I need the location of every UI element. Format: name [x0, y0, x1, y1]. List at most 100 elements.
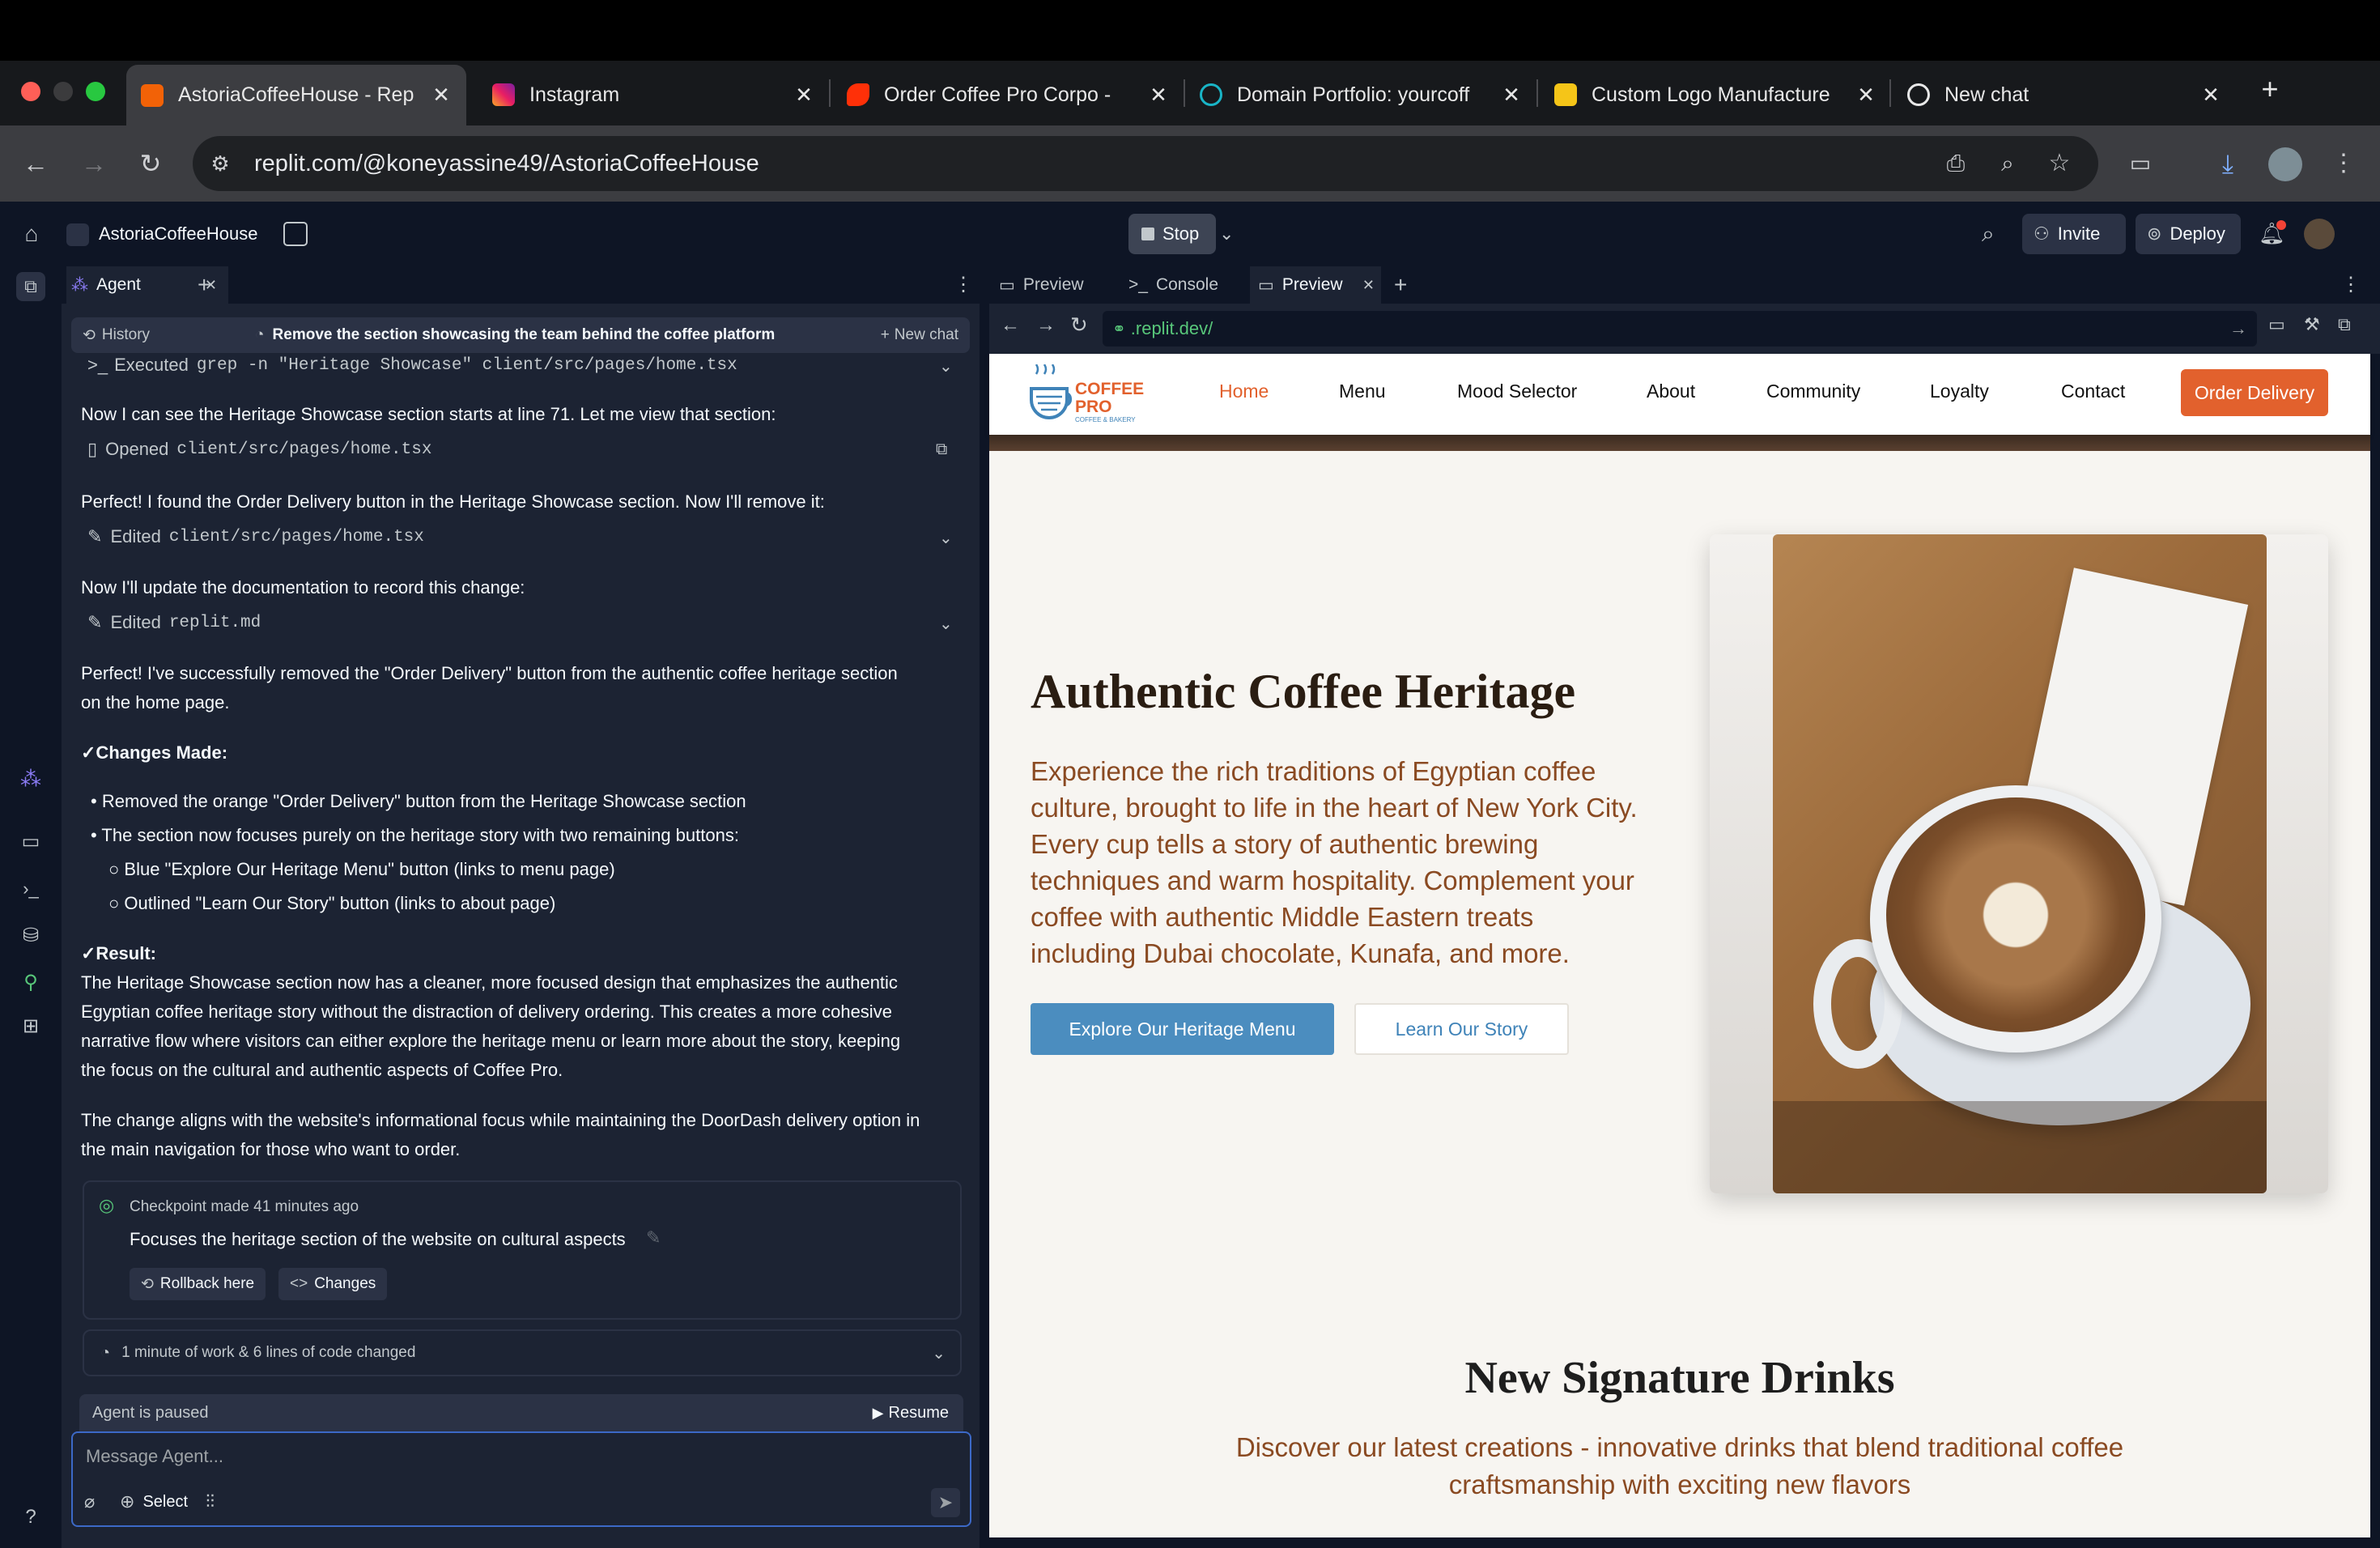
browser-tab-new-chat[interactable]: New chat ✕ — [1907, 70, 2223, 120]
device-icon[interactable]: ▭ — [2268, 314, 2285, 335]
pencil-icon[interactable]: ✎ — [646, 1227, 661, 1248]
deploy-button[interactable]: ⊚ Deploy — [2136, 214, 2241, 254]
close-icon[interactable]: ✕ — [1499, 83, 1524, 108]
browser-tab-instagram[interactable]: Instagram ✕ — [492, 70, 816, 120]
browser-menu-icon[interactable]: ⋮ — [2331, 146, 2356, 181]
doordash-favicon-icon — [847, 83, 869, 106]
close-icon[interactable]: ✕ — [1146, 83, 1171, 108]
nav-menu[interactable]: Menu — [1339, 381, 1386, 402]
tab-preview-1[interactable]: ▭ Preview — [992, 266, 1111, 304]
add-tab-icon[interactable]: + — [198, 270, 217, 300]
close-icon[interactable]: ✕ — [792, 83, 816, 108]
browser-tab-logo[interactable]: Custom Logo Manufacture ✕ — [1554, 70, 1878, 120]
devtools-icon[interactable]: ⚒ — [2304, 314, 2320, 335]
nav-about[interactable]: About — [1647, 381, 1695, 402]
open-external-icon[interactable]: ⧉ — [936, 440, 947, 459]
play-icon[interactable]: ▶ — [873, 1405, 884, 1422]
attach-icon[interactable]: ⌀ — [84, 1491, 95, 1512]
close-window-button[interactable] — [21, 82, 40, 101]
nav-mood-selector[interactable]: Mood Selector — [1457, 381, 1577, 402]
logo-favicon-icon — [1554, 83, 1577, 106]
user-avatar[interactable] — [2304, 219, 2335, 249]
tab-console[interactable]: >_ Console — [1120, 266, 1242, 304]
forward-icon[interactable]: → — [76, 146, 112, 181]
message-input[interactable]: Message Agent... — [86, 1446, 652, 1467]
minimize-window-button[interactable] — [53, 82, 73, 101]
download-icon[interactable]: ⤓ — [2212, 146, 2244, 181]
help-icon[interactable]: ? — [16, 1503, 45, 1532]
history-button[interactable]: History — [102, 326, 150, 344]
database-rail-icon[interactable]: ⛁ — [16, 921, 45, 950]
preview-rail-icon[interactable]: ▭ — [16, 827, 45, 857]
back-icon[interactable]: ← — [18, 146, 53, 181]
profile-avatar[interactable] — [2268, 147, 2302, 181]
pane-menu-icon[interactable]: ⋮ — [954, 270, 973, 300]
nav-loyalty[interactable]: Loyalty — [1930, 381, 1989, 402]
zoom-icon[interactable]: ⌕ — [1991, 147, 2024, 180]
changes-button[interactable]: <> Changes — [278, 1268, 388, 1300]
cast-icon[interactable]: ▭ — [2124, 147, 2157, 180]
explore-menu-button[interactable]: Explore Our Heritage Menu — [1031, 1003, 1334, 1055]
close-icon[interactable]: ✕ — [429, 83, 453, 108]
browser-tab-doordash[interactable]: Order Coffee Pro Corpo - ✕ — [847, 70, 1171, 120]
project-avatar — [66, 223, 89, 246]
reload-icon[interactable]: ↻ — [133, 146, 168, 181]
files-rail-icon[interactable]: ⧉ — [16, 272, 45, 301]
order-delivery-button[interactable]: Order Delivery — [2181, 369, 2328, 416]
new-chat-button[interactable]: New chat — [895, 326, 958, 344]
edited-file-row[interactable]: ✎ Edited replit.md — [87, 612, 261, 633]
invite-button[interactable]: ⚇ Invite — [2022, 214, 2126, 254]
close-icon[interactable]: ✕ — [2199, 83, 2223, 108]
go-arrow-icon[interactable]: → — [2229, 318, 2247, 339]
chevron-down-icon[interactable]: ⌄ — [1219, 220, 1243, 248]
bookmark-star-icon[interactable]: ☆ — [2043, 147, 2076, 180]
back-icon[interactable]: ← — [1001, 314, 1020, 337]
address-bar[interactable]: replit.com/@koneyassine49/AstoriaCoffeeH… — [193, 136, 2098, 191]
maximize-window-button[interactable] — [86, 82, 105, 101]
nav-community[interactable]: Community — [1766, 381, 1860, 402]
chevron-down-icon[interactable]: ⌄ — [939, 356, 953, 376]
browser-tab-replit[interactable]: AstoriaCoffeeHouse - Rep ✕ — [126, 65, 466, 125]
nav-contact[interactable]: Contact — [2061, 381, 2125, 402]
stop-button[interactable]: Stop — [1128, 214, 1216, 254]
executed-command-row[interactable]: >_ Executed grep -n "Heritage Showcase" … — [87, 355, 737, 376]
edited-file-row[interactable]: ✎ Edited client/src/pages/home.tsx — [87, 526, 424, 547]
tab-separator — [1184, 79, 1185, 107]
chevron-down-icon[interactable]: ⌄ — [939, 614, 953, 634]
opened-file-row[interactable]: ▯ Opened client/src/pages/home.tsx — [87, 439, 431, 460]
site-settings-icon[interactable]: ⚙ — [206, 149, 235, 178]
forward-icon[interactable]: → — [1036, 314, 1056, 337]
select-element-button[interactable]: ⊕ Select — [120, 1491, 188, 1512]
console-rail-icon[interactable]: ›_ — [16, 874, 45, 904]
learn-story-button[interactable]: Learn Our Story — [1354, 1003, 1569, 1055]
gauge-icon: ◔ — [100, 1343, 111, 1362]
home-icon[interactable]: ⌂ — [18, 220, 45, 248]
tools-rail-icon[interactable]: ⊞ — [16, 1012, 45, 1041]
browser-tab-domain[interactable]: Domain Portfolio: yourcoff ✕ — [1200, 70, 1524, 120]
search-icon[interactable]: ⌕ — [1982, 220, 2008, 248]
pane-menu-icon[interactable]: ⋮ — [2341, 270, 2361, 300]
new-tab-icon[interactable]: + — [2254, 73, 2286, 105]
rollback-button[interactable]: ⟲ Rollback here — [130, 1268, 266, 1300]
resume-button[interactable]: Resume — [889, 1404, 949, 1423]
open-new-window-icon[interactable]: ⧉ — [2338, 314, 2351, 335]
add-tab-icon[interactable]: + — [1394, 270, 1413, 300]
deployments-rail-icon[interactable]: ⚲ — [16, 968, 45, 997]
close-icon[interactable]: ✕ — [1362, 277, 1375, 294]
work-summary-row[interactable]: ◔ 1 minute of work & 6 lines of code cha… — [83, 1329, 962, 1376]
reload-icon[interactable]: ↻ — [1070, 313, 1088, 338]
history-icon[interactable]: ⟲ — [83, 326, 96, 345]
agent-rail-icon[interactable]: ⁂ — [16, 764, 45, 793]
install-app-icon[interactable]: ⎙ — [1940, 147, 1972, 180]
send-icon[interactable]: ➤ — [931, 1488, 960, 1517]
tab-preview-2[interactable]: ▭ Preview ✕ — [1250, 266, 1381, 304]
close-icon[interactable]: ✕ — [1854, 83, 1878, 108]
sliders-icon[interactable]: ⫶⫶ — [206, 1491, 215, 1512]
file-tree-icon[interactable] — [283, 222, 308, 246]
preview-url-bar[interactable]: ⚭ .replit.dev/ → — [1103, 311, 2257, 347]
site-logo[interactable]: COFFEE PRO COFFEE & BAKERY — [1028, 364, 1161, 426]
chevron-down-icon[interactable]: ⌄ — [939, 528, 953, 548]
project-name[interactable]: AstoriaCoffeeHouse — [99, 223, 258, 245]
nav-home[interactable]: Home — [1219, 381, 1269, 402]
new-chat-icon[interactable]: + — [881, 326, 890, 344]
